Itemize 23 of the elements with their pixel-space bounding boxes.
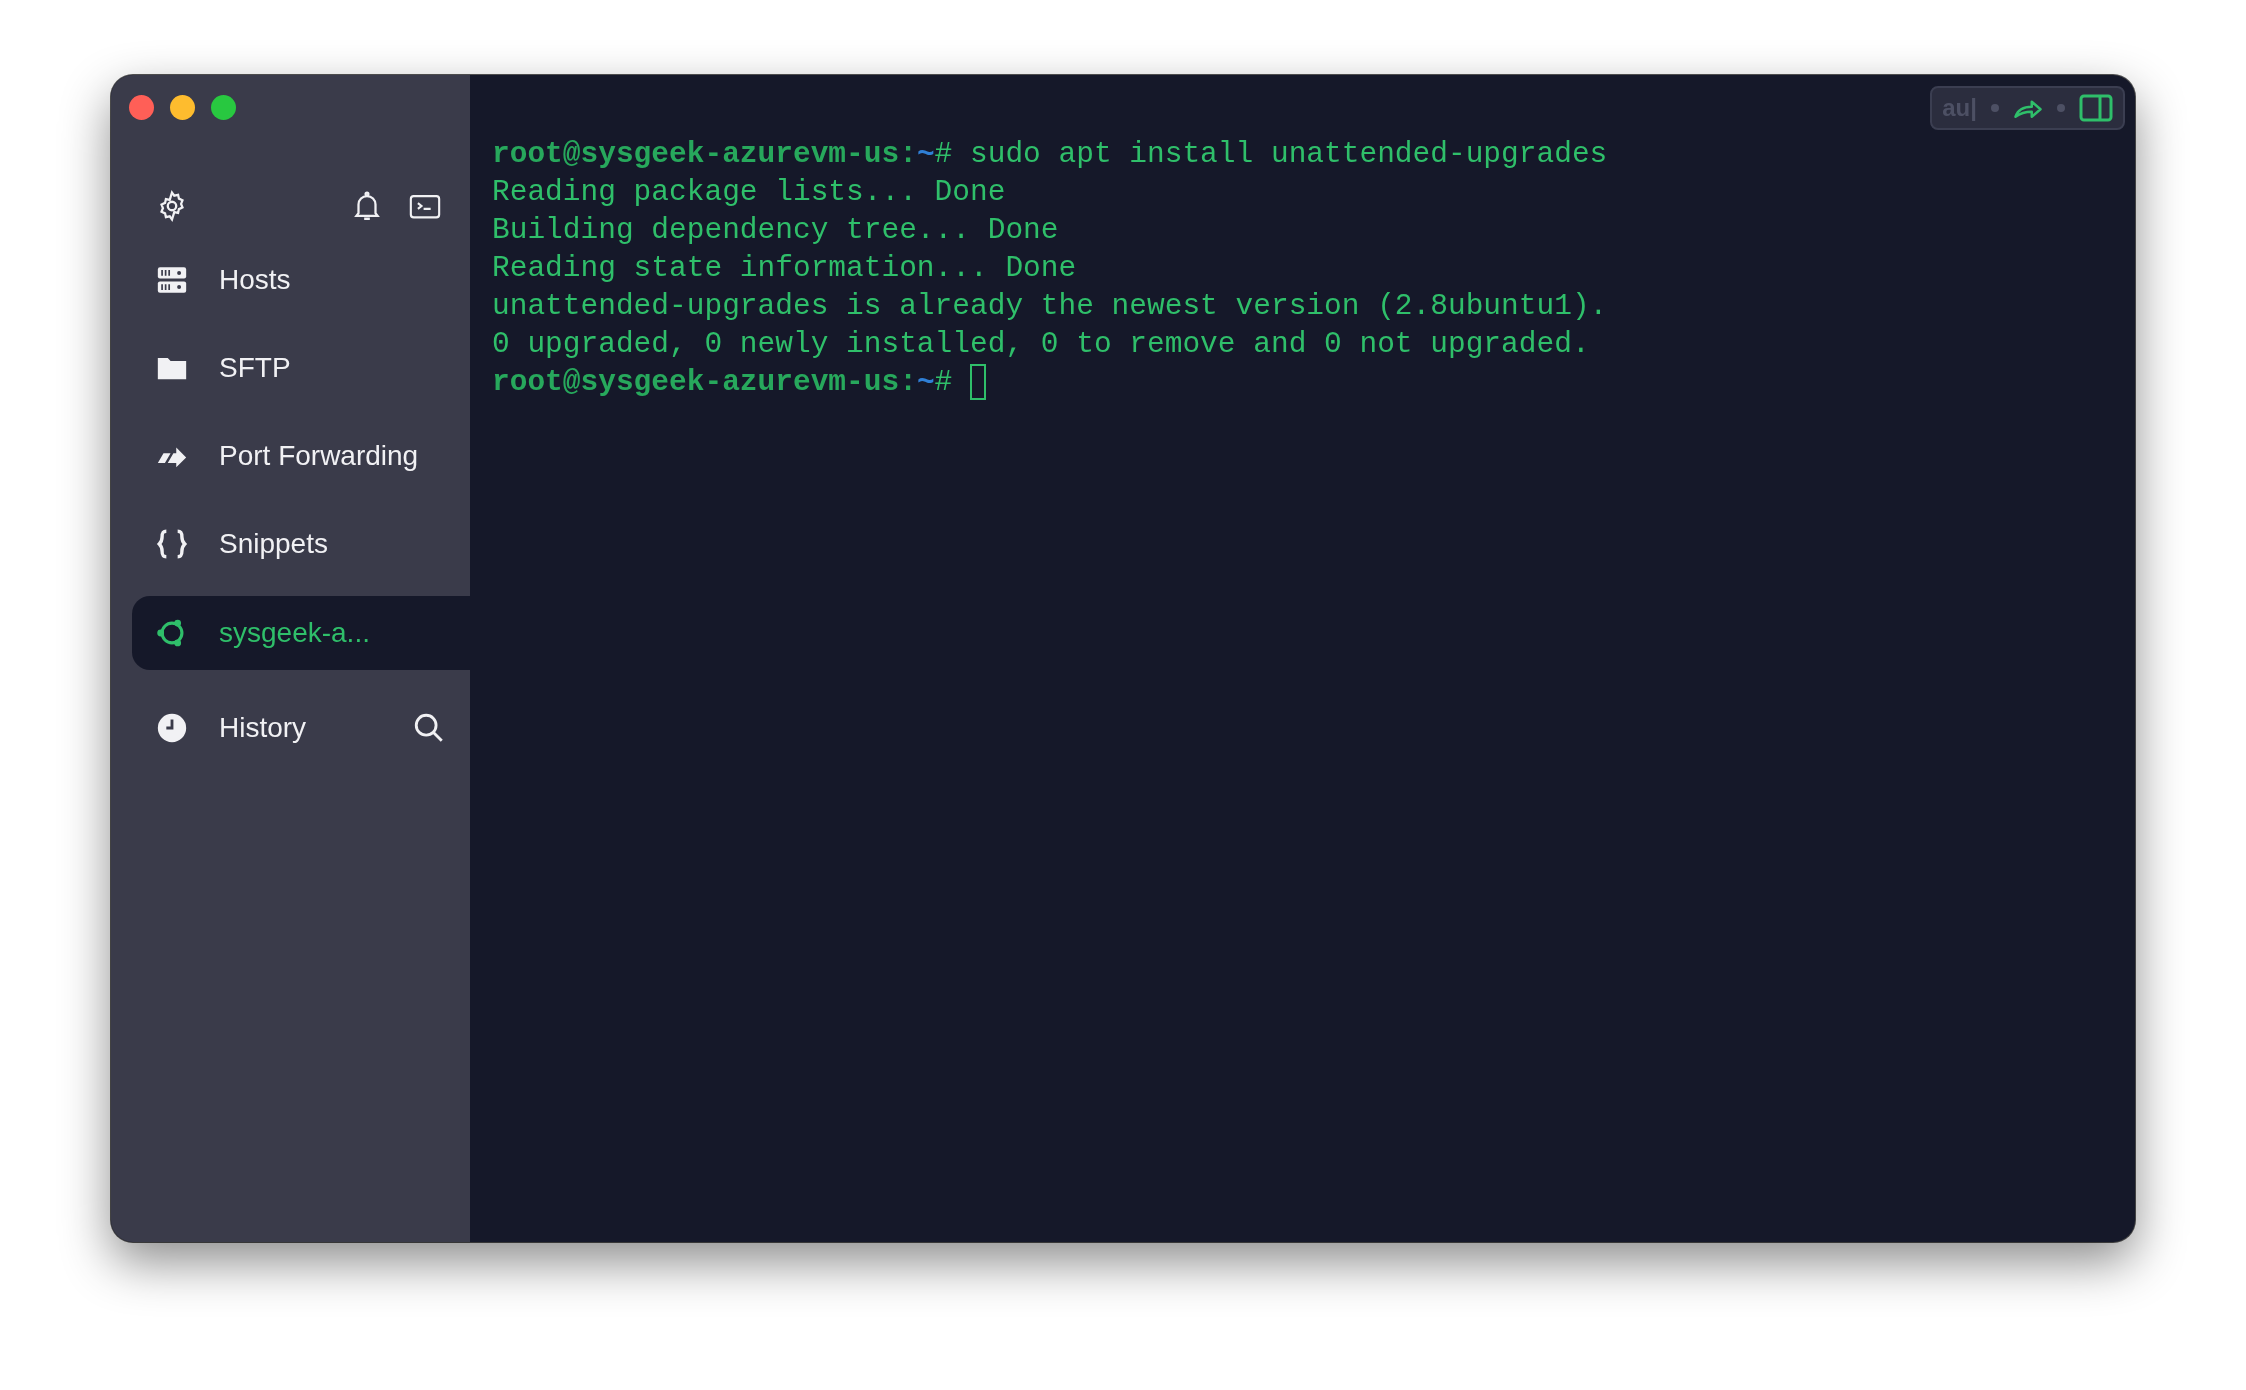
output-line: unattended-upgrades is already the newest version (2.8ubuntu1). bbox=[492, 288, 1609, 325]
separator-dot bbox=[2057, 104, 2065, 112]
braces-icon bbox=[155, 527, 189, 561]
output-line: root@sysgeek-azurevm-us:~# bbox=[492, 363, 2135, 401]
zoom-button[interactable] bbox=[211, 95, 236, 120]
sidebar-item[interactable]: sysgeek-a... bbox=[132, 596, 470, 670]
search-icon[interactable] bbox=[412, 711, 446, 745]
cursor bbox=[970, 364, 987, 401]
sidebar-item[interactable]: Port Forwarding bbox=[111, 412, 470, 500]
close-button[interactable] bbox=[129, 95, 154, 120]
sidebar-item[interactable]: Snippets bbox=[111, 500, 470, 588]
prompt-line: root@sysgeek-azurevm-us:~# sudo apt install unattended-upgrades bbox=[492, 136, 1609, 173]
minimize-button[interactable] bbox=[170, 95, 195, 120]
output-line: Reading state information... Done bbox=[492, 250, 1078, 287]
sidebar-item[interactable]: SFTP bbox=[111, 324, 470, 412]
sidebar-item[interactable]: Hosts bbox=[111, 236, 470, 324]
separator-dot bbox=[1991, 104, 1999, 112]
split-view-icon[interactable] bbox=[2079, 94, 2113, 122]
output-line: 0 upgraded, 0 newly installed, 0 to remove and 0 not upgraded. bbox=[492, 326, 1591, 363]
output-line: Reading package lists... Done bbox=[492, 174, 1007, 211]
clock-icon bbox=[155, 711, 189, 745]
output-line: Building dependency tree... Done bbox=[492, 212, 1060, 249]
sidebar-item[interactable]: History bbox=[111, 684, 470, 772]
